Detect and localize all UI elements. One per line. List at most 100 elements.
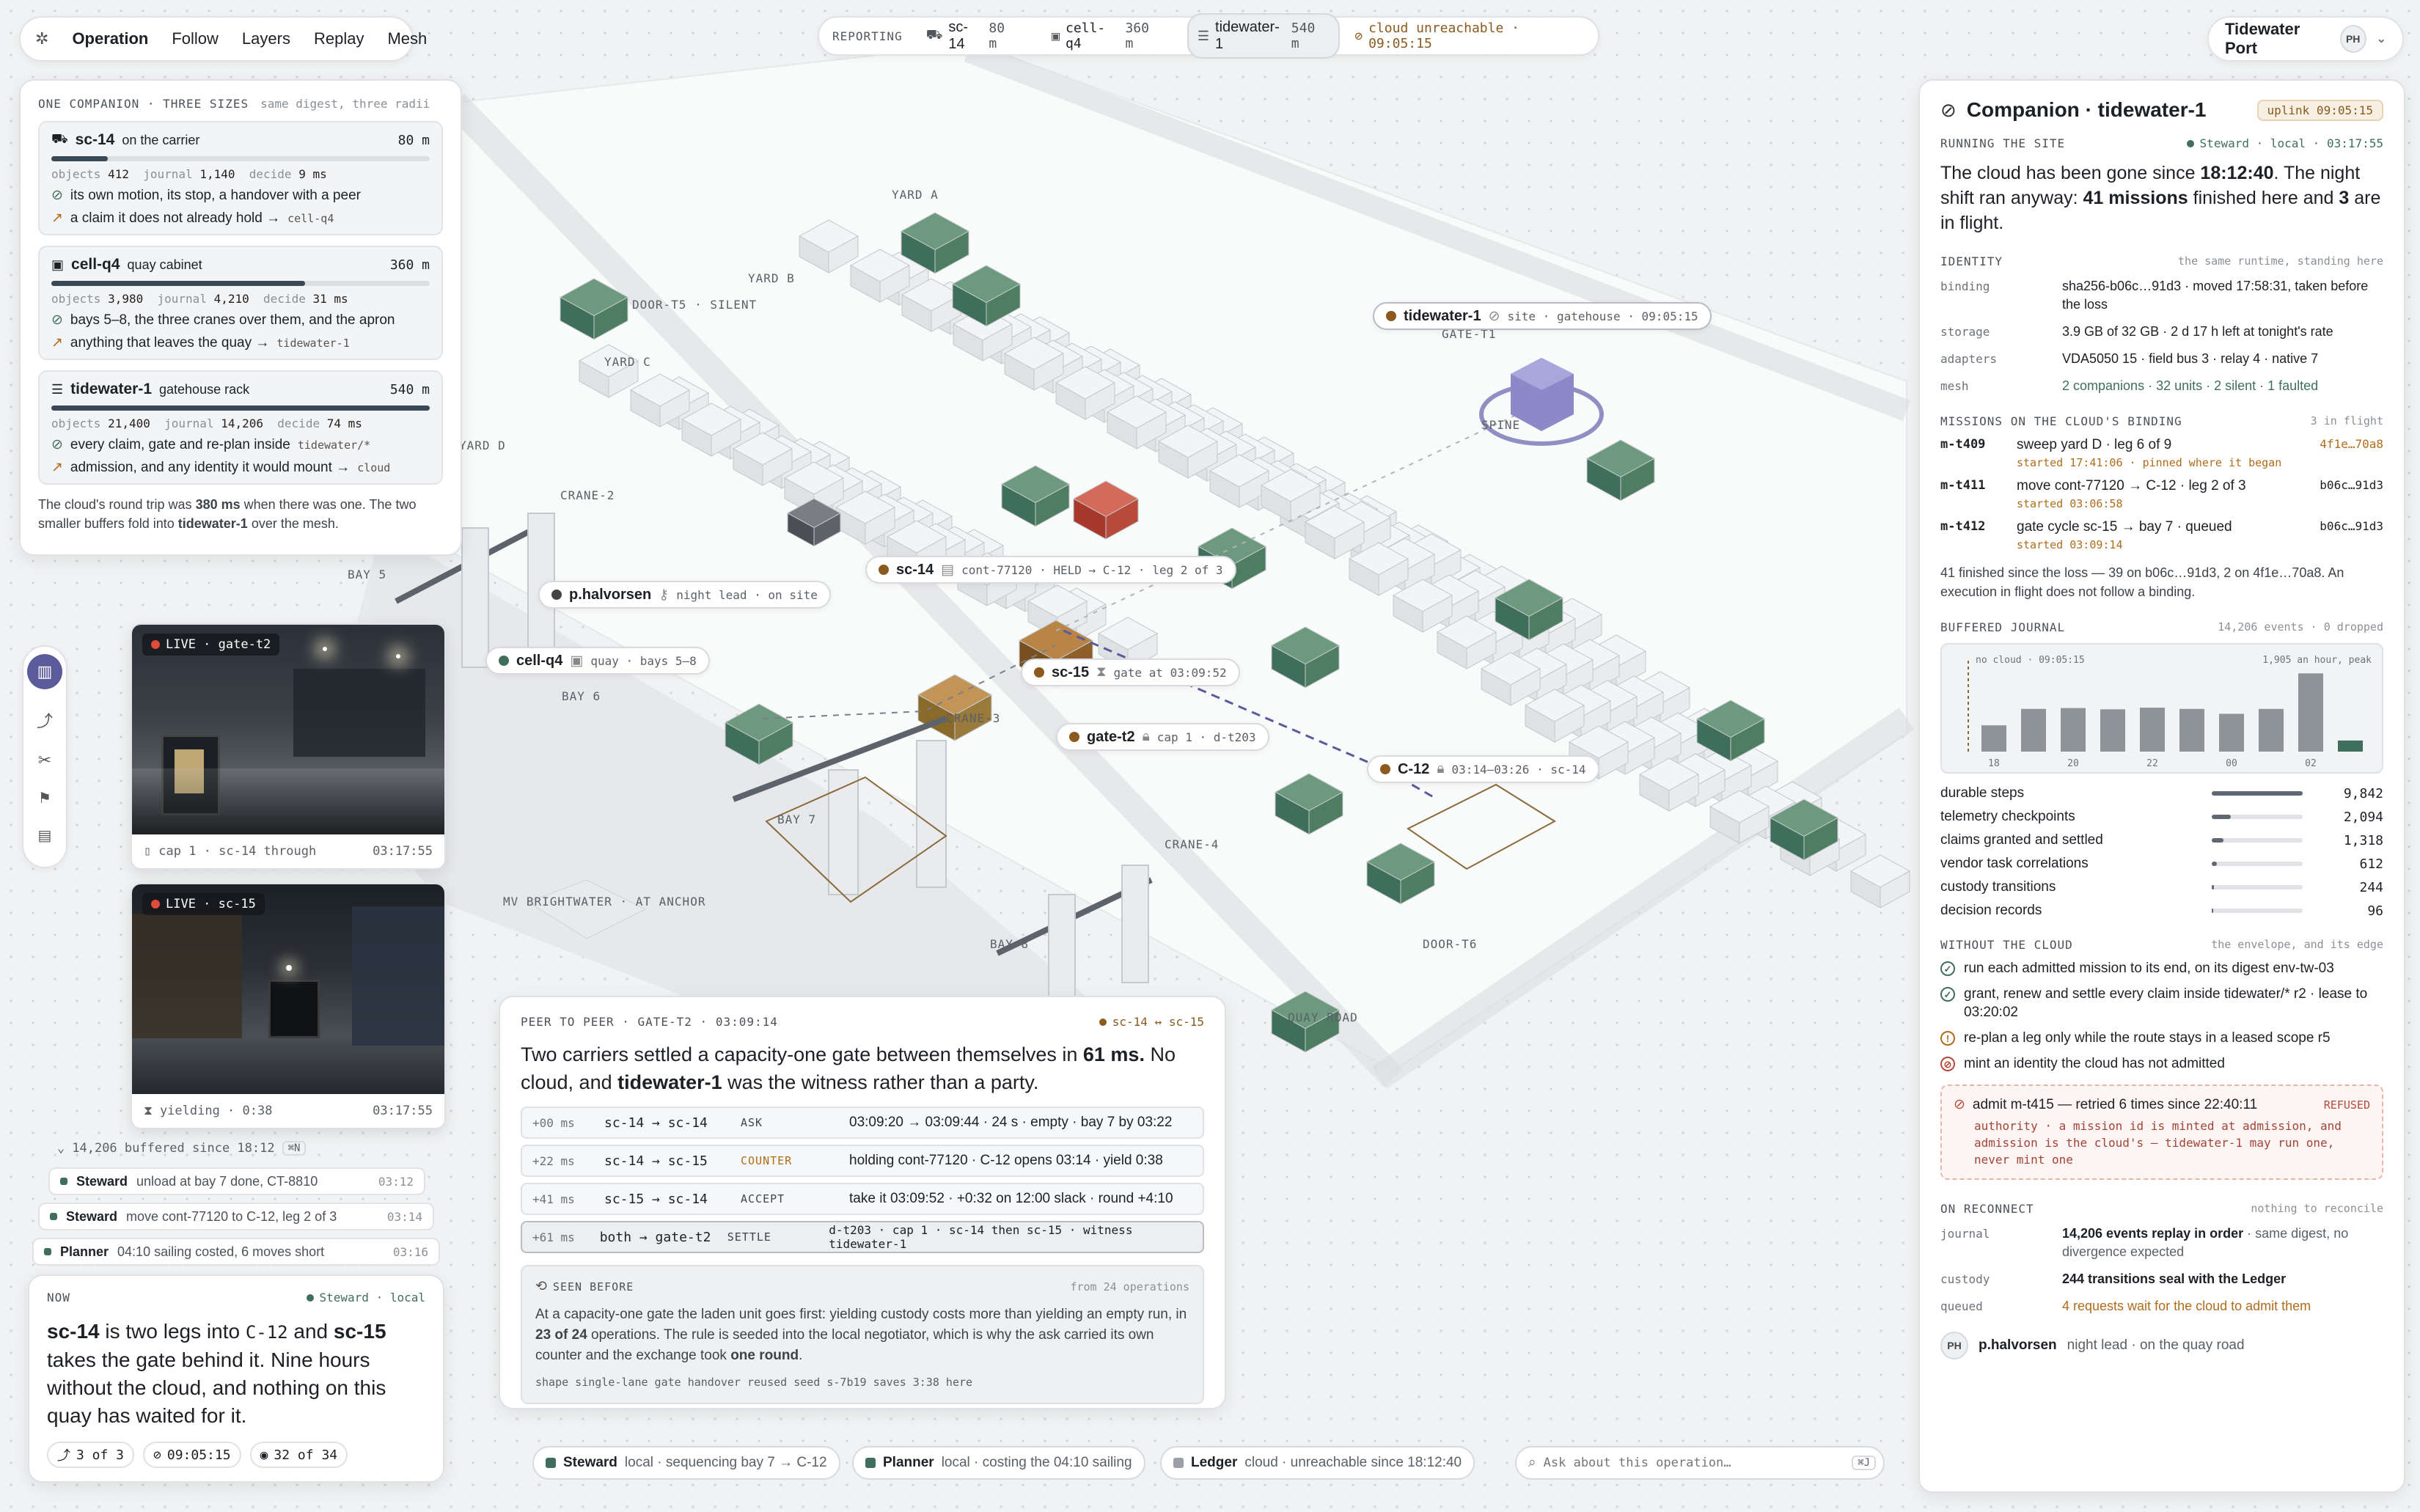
avatar[interactable]: PH — [2339, 25, 2366, 53]
exchange-row[interactable]: +22 ms sc-14 → sc-15 COUNTER holding cont-7… — [521, 1145, 1204, 1177]
status-dot — [551, 590, 562, 600]
chart-tick-label: 18 — [1988, 758, 2000, 769]
camera-sc-15[interactable]: LIVE · sc-15 ⧗ yielding · 0:38 03:17:55 — [131, 883, 446, 1129]
chart-bar — [2219, 713, 2244, 752]
check-icon: ⊘ — [51, 188, 63, 203]
agent-planner[interactable]: Planner local · costing the 04:10 sailing — [852, 1446, 1145, 1480]
card-where: gatehouse rack — [159, 381, 250, 397]
reporting-unit-cellq4[interactable]: ▣ cell-q4 360 m — [1043, 16, 1173, 56]
unit-name: tidewater-1 — [1215, 19, 1280, 52]
journal-chart[interactable]: 18 20 22 00 02 no cloud · 09:05:15 1,905 an … — [1940, 643, 2383, 774]
exchange-row[interactable]: +61 ms both → gate-t2 SETTLE d-t203 · cap 1… — [521, 1221, 1204, 1253]
map-label-tidewater[interactable]: tidewater-1 ⊘ site · gatehouse · 09:05:1… — [1373, 302, 1712, 330]
status-dot — [1386, 311, 1396, 321]
label-meta: 03:14–03:26 · sc-14 — [1451, 762, 1586, 777]
sizes-footer: The cloud's round trip was 380 ms when t… — [38, 497, 417, 531]
buffered-toggle[interactable]: ⌄ 14,206 buffered since 18:12 ⌘N — [57, 1141, 307, 1156]
cabinet-icon: ▣ — [51, 257, 65, 272]
chart-tick-label: 20 — [2067, 758, 2079, 769]
rack-icon: ☰ — [1197, 28, 1210, 44]
map-label-halvorsen[interactable]: p.halvorsen ⚷ night lead · on site — [538, 581, 831, 609]
reporting-unit-sc14[interactable]: ⛟ sc-14 80 m — [917, 15, 1028, 57]
rack-icon: ☰ — [51, 381, 64, 397]
ask-field[interactable] — [1543, 1456, 1845, 1470]
label-meta: cap 1 · d-t203 — [1156, 730, 1256, 744]
tag-units[interactable]: ◉ 32 of 34 — [249, 1442, 348, 1468]
tab-follow[interactable]: Follow — [172, 29, 219, 48]
tab-mesh[interactable]: Mesh — [387, 29, 427, 48]
check-icon: ✓ — [1940, 987, 1955, 1002]
size-card-sc14[interactable]: ⛟ sc-14 on the carrier 80 m objects 412 jou… — [38, 121, 443, 235]
cloud-status-text: cloud unreachable · 09:05:15 — [1368, 21, 1519, 51]
mission-row[interactable]: m-t411 move cont-77120 → C-12 · leg 2 of … — [1940, 478, 2383, 510]
route-icon[interactable]: ⤴ — [37, 708, 53, 732]
panel-subtitle: same digest, three radii — [260, 97, 430, 111]
radius-bar — [51, 281, 430, 286]
exchange-row[interactable]: +41 ms sc-15 → sc-14 ACCEPT take it 03:09:5… — [521, 1183, 1204, 1215]
tab-layers[interactable]: Layers — [242, 29, 290, 48]
radius-bar — [51, 156, 430, 161]
site-switcher[interactable]: Tidewater Port PH ⌄ — [2207, 16, 2404, 62]
map-label-c12[interactable]: C-12 🔒︎ 03:14–03:26 · sc-14 — [1367, 755, 1599, 783]
flag-icon[interactable]: ⚑ — [38, 789, 51, 807]
size-card-cellq4[interactable]: ▣ cell-q4 quay cabinet 360 m objects 3,980 … — [38, 246, 443, 360]
cloud-off-icon: ⊘ — [153, 1447, 161, 1463]
feed-item[interactable]: Planner 04:10 sailing costed, 6 moves sho… — [32, 1238, 440, 1266]
zone-yard-d: YARD D — [459, 438, 506, 452]
card-radius: 80 m — [397, 132, 430, 148]
seen-label: SEEN BEFORE — [552, 1280, 634, 1293]
live-badge: LIVE · gate-t2 — [142, 634, 280, 656]
tab-replay[interactable]: Replay — [314, 29, 364, 48]
chart-bar — [2179, 708, 2204, 752]
map-label-cellq4[interactable]: cell-q4 ▣ quay · bays 5–8 — [485, 647, 710, 675]
status-dot — [1380, 764, 1390, 774]
label-name: gate-t2 — [1087, 728, 1135, 745]
label-meta: gate at 03:09:52 — [1113, 665, 1227, 680]
container-stack — [1849, 854, 1911, 909]
search-icon: ⌕ — [1528, 1455, 1536, 1470]
buffered-text: 14,206 buffered since 18:12 — [72, 1141, 275, 1156]
rule-item: ✓ run each admitted mission to its end, o… — [1940, 959, 2383, 977]
size-card-tidewater[interactable]: ☰ tidewater-1 gatehouse rack 540 m objects … — [38, 370, 443, 485]
map-label-sc15[interactable]: sc-15 ⧗ gate at 03:09:52 — [1021, 658, 1240, 686]
reporting-label: REPORTING — [832, 29, 903, 43]
scissors-icon[interactable]: ✂ — [38, 751, 51, 770]
map-label-sc14[interactable]: sc-14 ▤ cont-77120 · HELD → C-12 · leg 2… — [865, 556, 1236, 584]
agent-ledger[interactable]: Ledger cloud · unreachable since 18:12:40 — [1160, 1446, 1475, 1480]
exchange-row[interactable]: +00 ms sc-14 → sc-14 ASK 03:09:20 → 03:09:4… — [521, 1107, 1204, 1139]
mission-row[interactable]: m-t409 sweep yard D · leg 6 of 9 started 1… — [1940, 437, 2383, 469]
map-icon[interactable]: ▥ — [27, 654, 62, 689]
tag-cloud[interactable]: ⊘ 09:05:15 — [143, 1442, 241, 1468]
shortcut-key: ⌘J — [1852, 1456, 1876, 1470]
label-meta: site · gatehouse · 09:05:15 — [1507, 309, 1698, 323]
chart-bar — [1981, 725, 2006, 752]
person-row[interactable]: PH p.halvorsen night lead · on the quay r… — [1940, 1332, 2383, 1359]
feed-item[interactable]: Steward unload at bay 7 done, CT-8810 03:1… — [48, 1167, 425, 1195]
card-name: sc-14 — [75, 131, 115, 148]
binding-value[interactable]: sha256-b06c…91d3 · moved 17:58:31, taken… — [2062, 277, 2383, 314]
forbidden-icon: ⊘ — [1954, 1097, 1965, 1112]
tab-operation[interactable]: Operation — [72, 29, 148, 48]
hourglass-icon: ⧗ — [144, 1104, 153, 1118]
cloud-off-icon: ⊘ — [1940, 98, 1957, 121]
mesh-value[interactable]: 2 companions · 32 units · 2 silent · 1 f… — [2062, 377, 2318, 395]
zone-brightwater: MV BRIGHTWATER · AT ANCHOR — [503, 895, 706, 909]
zone-yard-b: YARD B — [748, 271, 795, 285]
seen-from: from 24 operations — [1070, 1280, 1189, 1293]
document-icon[interactable]: ▤ — [38, 826, 52, 845]
label-name: cell-q4 — [516, 652, 563, 669]
chart-bar — [2259, 708, 2284, 752]
count-row: telemetry checkpoints 2,094 — [1940, 809, 2383, 825]
zone-crane-2: CRANE-2 — [560, 488, 615, 502]
ask-input[interactable]: ⌕ ⌘J — [1515, 1446, 1885, 1480]
tag-legs[interactable]: ⤴ 3 of 3 — [47, 1442, 135, 1468]
feed-item[interactable]: Steward move cont-77120 to C-12, leg 2 of… — [38, 1203, 434, 1230]
map-label-gatet2[interactable]: gate-t2 🔒︎ cap 1 · d-t203 — [1056, 723, 1269, 751]
agent-steward[interactable]: Steward local · sequencing bay 7 → C-12 — [532, 1446, 840, 1480]
camera-gate-t2[interactable]: LIVE · gate-t2 ▯ cap 1 · sc-14 through 03:… — [131, 623, 446, 870]
label-name: sc-14 — [896, 561, 934, 578]
refused-box[interactable]: ⊘ admit m-t415 — retried 6 times since 22… — [1940, 1085, 2383, 1180]
section-label: IDENTITY — [1940, 254, 2003, 268]
mission-row[interactable]: m-t412 gate cycle sc-15 → bay 7 · queued s… — [1940, 519, 2383, 551]
reporting-unit-tidewater[interactable]: ☰ tidewater-1 540 m — [1187, 13, 1341, 59]
